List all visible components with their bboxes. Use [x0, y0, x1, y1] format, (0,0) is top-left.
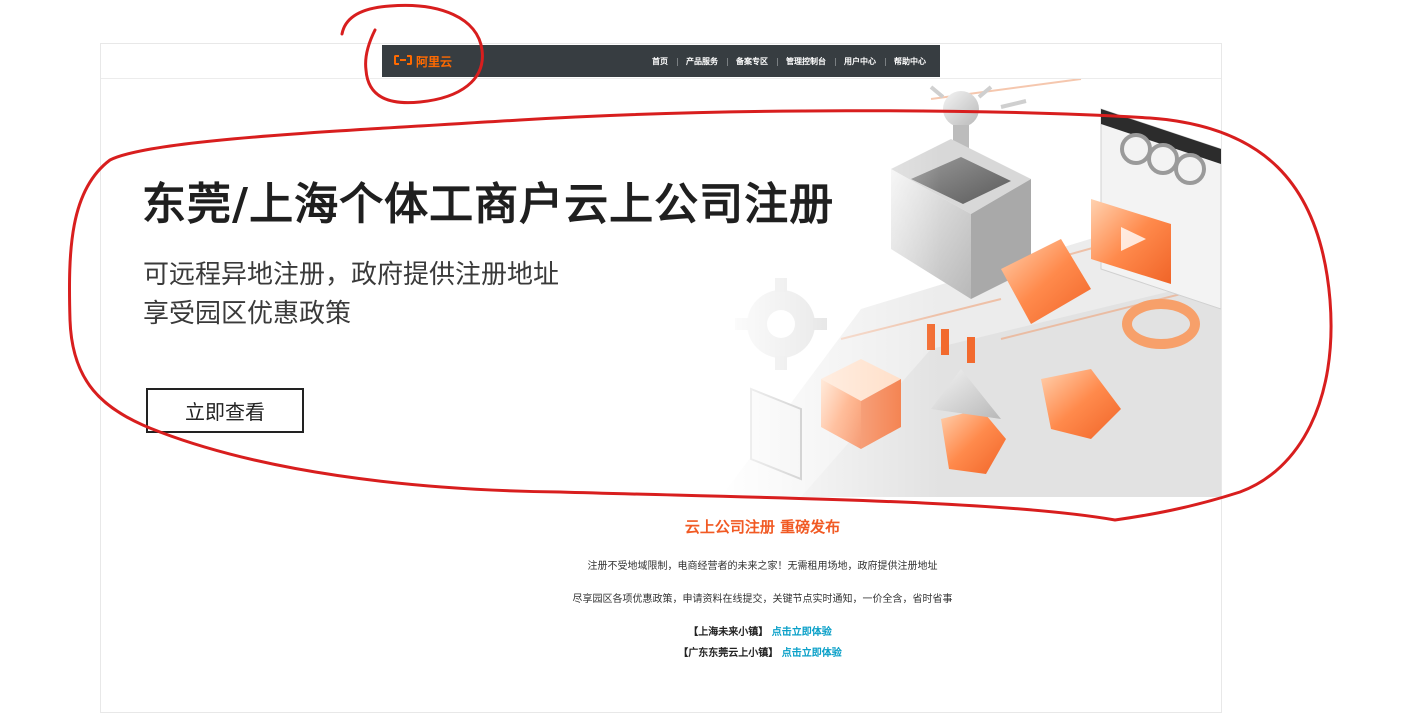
town-link-row-shanghai: 【上海未来小镇】 点击立即体验: [0, 623, 1405, 638]
nav-item-help-center[interactable]: 帮助中心: [885, 56, 926, 67]
nav-item-console[interactable]: 管理控制台: [777, 56, 835, 67]
nav-item-user-center[interactable]: 用户中心: [835, 56, 885, 67]
aliyun-logo[interactable]: 阿里云: [394, 52, 452, 70]
intro-paragraph-2: 尽享园区各项优惠政策，申请资料在线提交，关键节点实时通知，一价全含，省时省事: [572, 594, 953, 605]
try-now-link-shanghai[interactable]: 点击立即体验: [772, 627, 832, 638]
try-now-link-dongguan[interactable]: 点击立即体验: [782, 648, 842, 659]
town-link-row-dongguan: 【广东东莞云上小镇】 点击立即体验: [0, 644, 1405, 659]
view-now-button[interactable]: 立即查看: [146, 388, 304, 433]
hero-title: 东莞/上海个体工商户云上公司注册: [142, 179, 835, 230]
nav-item-icp[interactable]: 备案专区: [727, 56, 777, 67]
town-name-dongguan: 【广东东莞云上小镇】: [678, 648, 779, 659]
intro-paragraph-1: 注册不受地域限制，电商经营者的未来之家！无需租用场地，政府提供注册地址: [587, 561, 938, 572]
hero-banner: 东莞/上海个体工商户云上公司注册 可远程异地注册，政府提供注册地址 享受园区优惠…: [101, 79, 1221, 497]
town-name-shanghai: 【上海未来小镇】: [688, 627, 769, 638]
section-title: 云上公司注册 重磅发布: [684, 518, 841, 536]
nav-menu: 首页 产品服务 备案专区 管理控制台 用户中心 帮助中心: [643, 45, 926, 77]
top-navbar: 阿里云 首页 产品服务 备案专区 管理控制台 用户中心 帮助中心: [382, 45, 940, 77]
logo-text: 阿里云: [416, 54, 453, 69]
hero-subtitle-line2: 享受园区优惠政策: [143, 299, 352, 329]
nav-item-products[interactable]: 产品服务: [677, 56, 727, 67]
hero-subtitle-line1: 可远程异地注册，政府提供注册地址: [143, 260, 560, 290]
aliyun-logo-icon: [394, 55, 412, 67]
nav-item-home[interactable]: 首页: [643, 56, 677, 67]
